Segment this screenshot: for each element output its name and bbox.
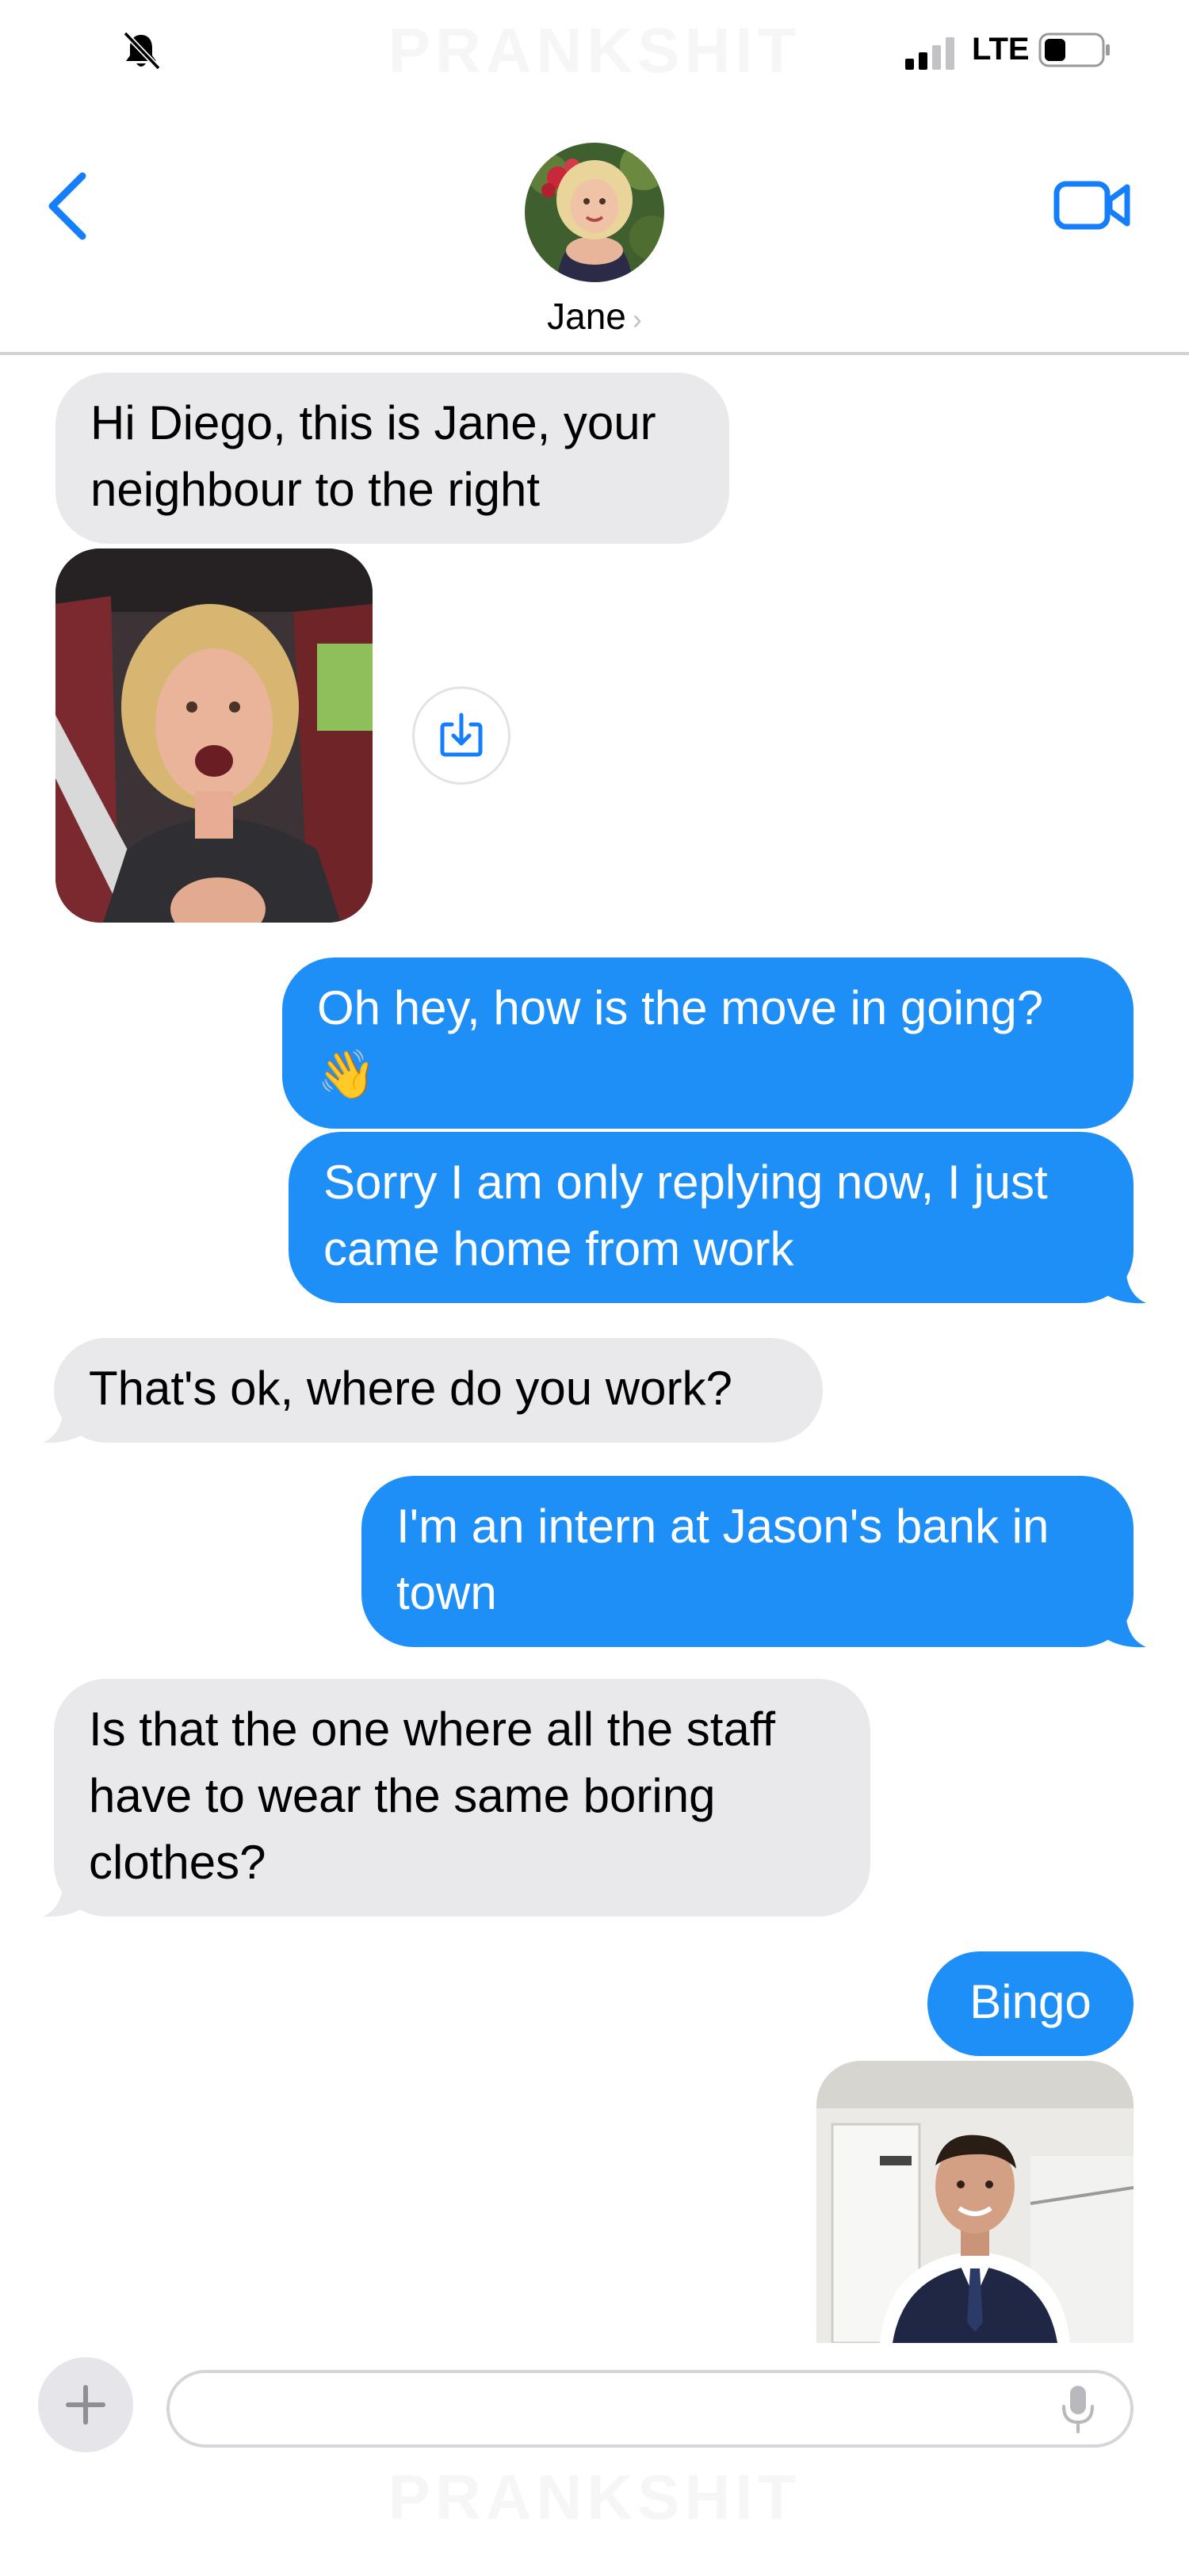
plus-icon [66,2385,105,2425]
message-received[interactable]: Hi Diego, this is Jane, your neighbour t… [55,373,729,544]
signal-icon [905,37,954,70]
received-photo[interactable] [55,548,373,923]
status-bar: LTE [0,0,1189,103]
man-in-vest-image [816,2061,1134,2343]
conversation-header: Jane › [0,103,1189,355]
carrier-label: LTE [972,32,1030,67]
message-input[interactable] [166,2370,1134,2448]
message-sent[interactable]: Bingo [927,1951,1134,2056]
message-received[interactable]: That's ok, where do you work? [54,1338,823,1443]
battery-icon [1038,32,1110,67]
selfie-in-car-image [55,548,373,923]
bubble-tail [1102,1612,1146,1648]
message-sent[interactable]: I'm an intern at Jason's bank in town [361,1476,1134,1647]
contact-avatar[interactable] [525,143,664,282]
back-button[interactable] [40,166,95,246]
contact-name: Jane [547,296,626,337]
save-download-icon [440,713,483,757]
message-sent[interactable]: Oh hey, how is the move in going? 👋 [282,957,1134,1129]
add-attachment-button[interactable] [38,2357,133,2452]
sent-photo[interactable] [816,2061,1134,2343]
video-camera-icon[interactable] [1053,176,1132,235]
save-photo-button[interactable] [412,686,510,785]
contact-name-button[interactable]: Jane › [0,295,1189,338]
bell-slash-icon [123,31,161,71]
microphone-icon[interactable] [1059,2384,1097,2435]
bubble-tail [1102,1268,1146,1304]
message-sent[interactable]: Sorry I am only replying now, I just cam… [289,1132,1134,1303]
message-received[interactable]: Is that the one where all the staff have… [54,1679,870,1917]
chevron-right-icon: › [632,303,642,335]
avatar-photo [525,143,664,282]
watermark-bottom: PRANKSHIT [388,2462,801,2532]
